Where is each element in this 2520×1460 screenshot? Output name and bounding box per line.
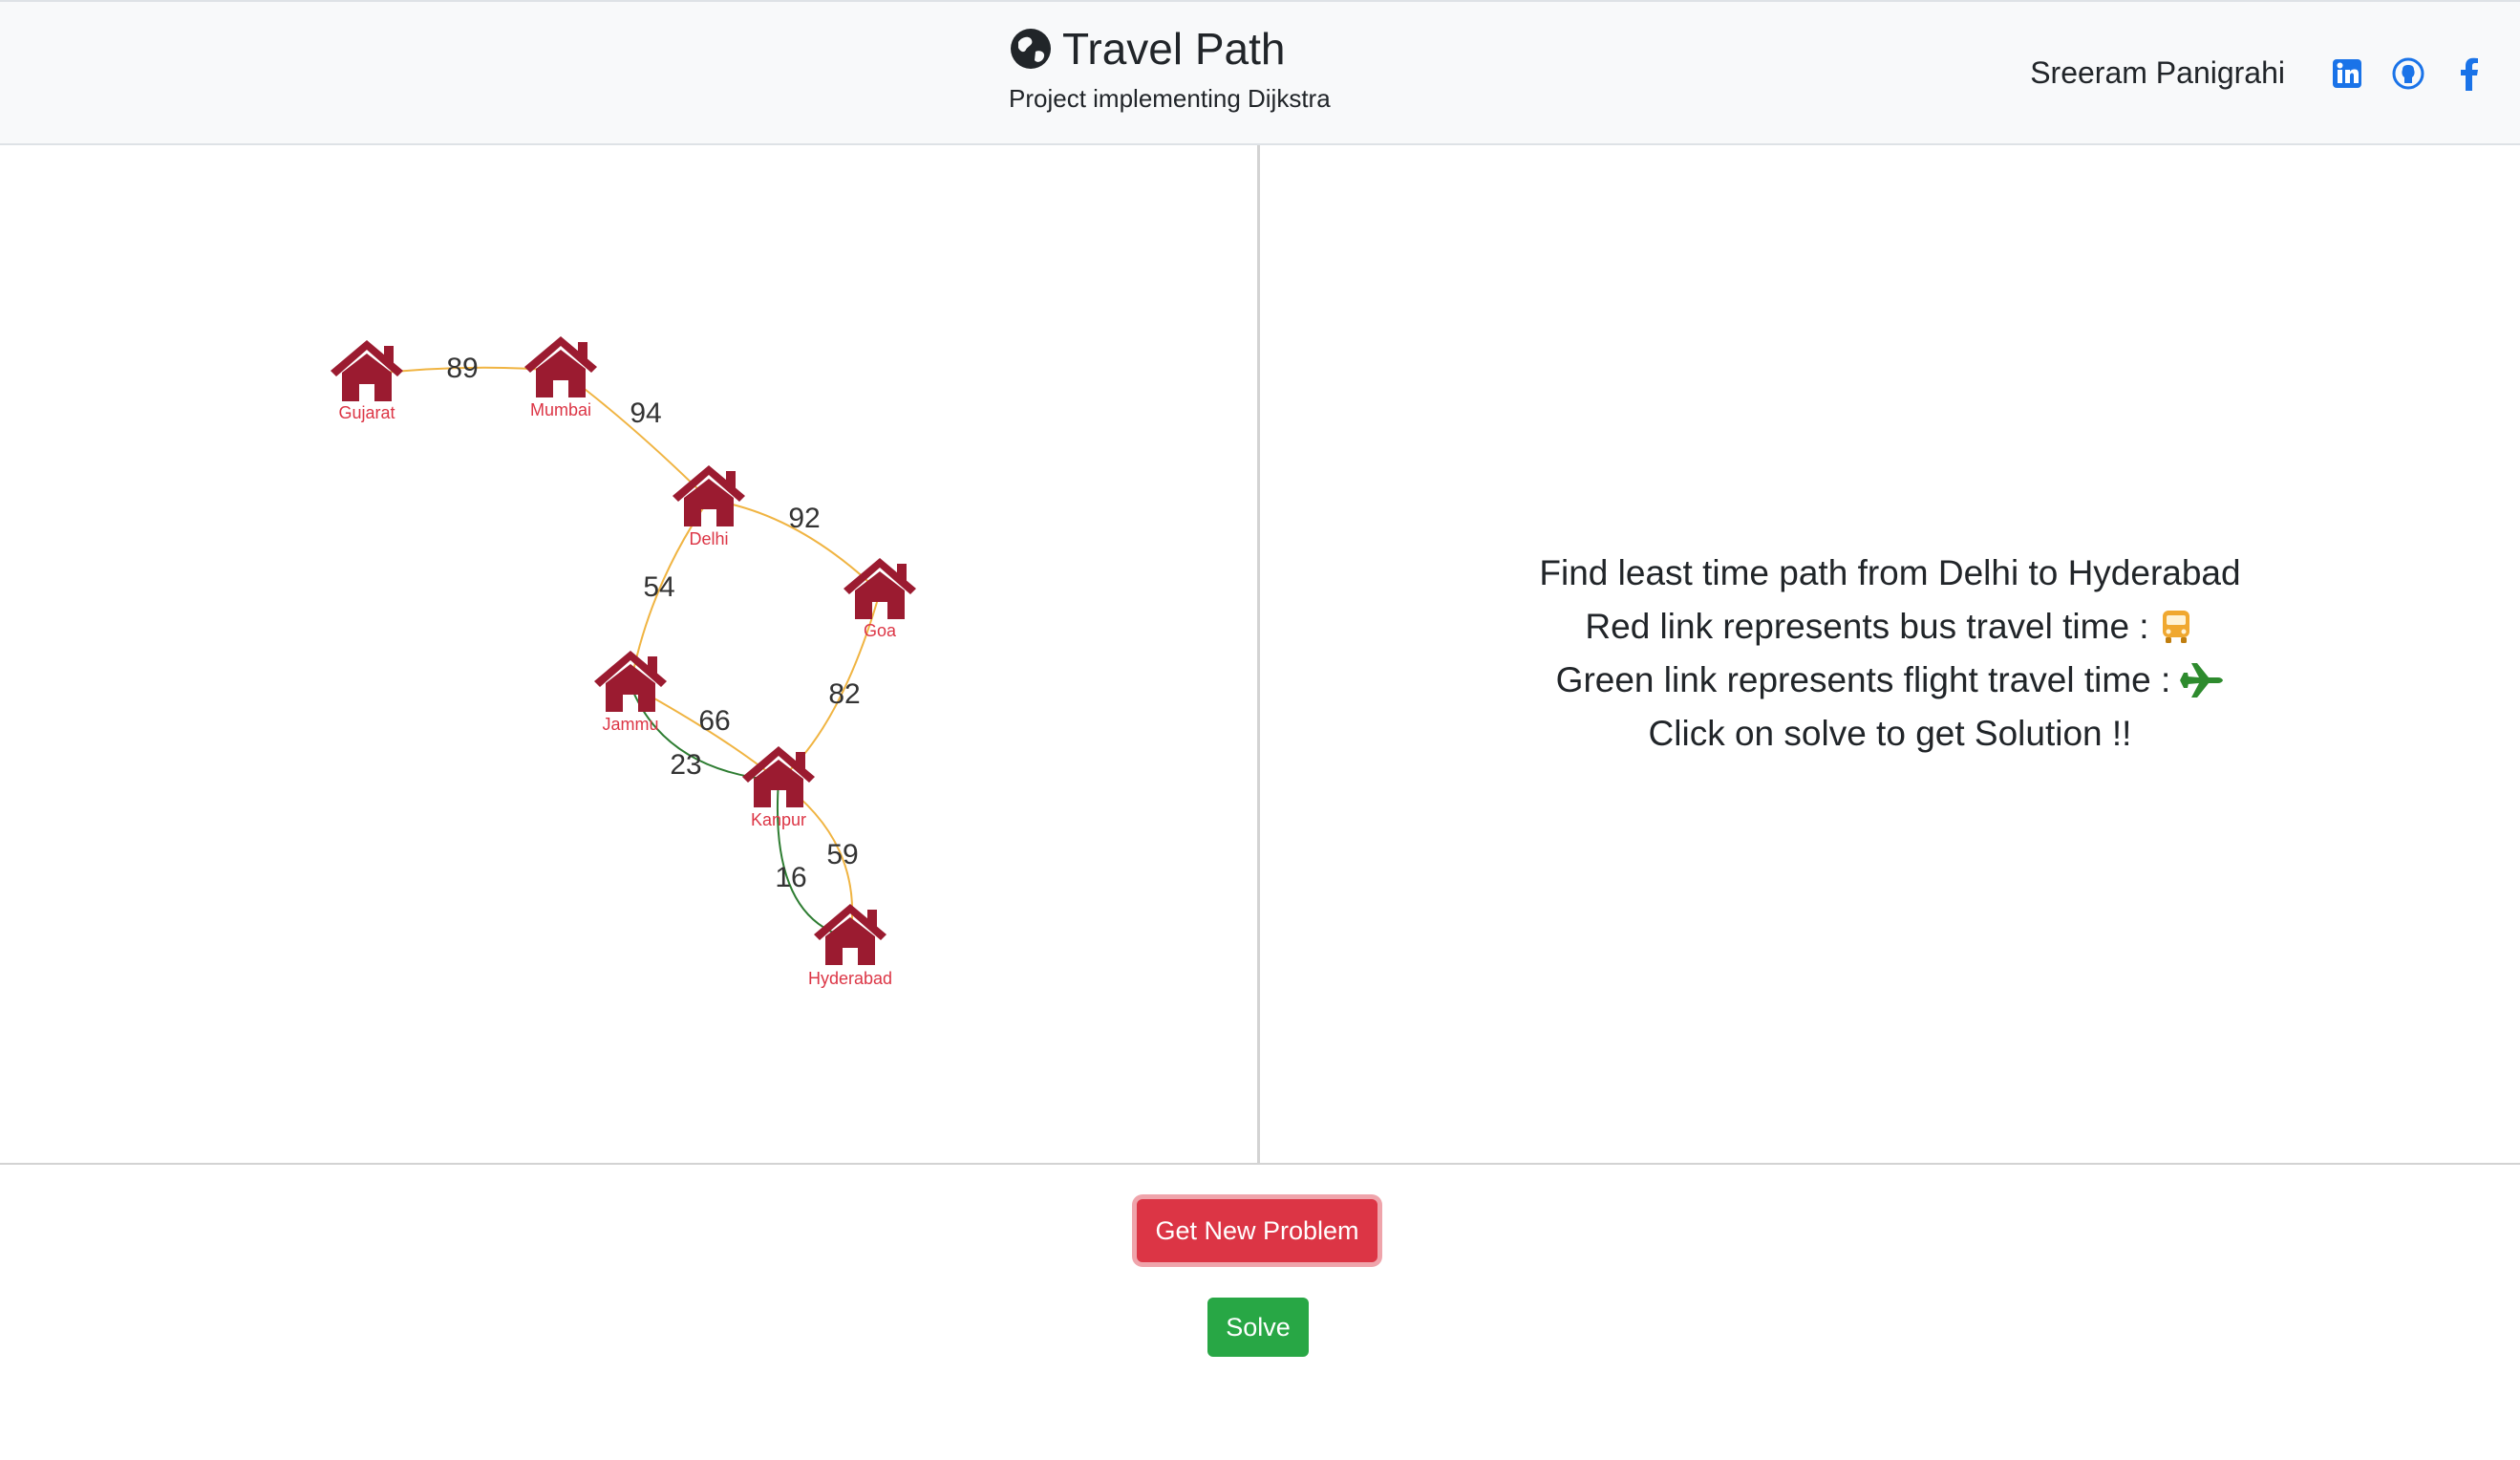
edge-weight-label: 92 <box>788 503 820 534</box>
node-label: Goa <box>864 621 897 640</box>
author-name: Sreeram Panigrahi <box>2030 55 2285 90</box>
node-label: Mumbai <box>530 400 591 419</box>
node-kanpur[interactable]: Kanpur <box>742 746 815 829</box>
facebook-icon[interactable] <box>2453 57 2486 91</box>
node-gujarat[interactable]: Gujarat <box>331 340 403 422</box>
app-title: Travel Path <box>1062 24 1286 74</box>
node-jammu[interactable]: Jammu <box>594 651 667 734</box>
node-label: Hyderabad <box>808 969 892 988</box>
instructions: Find least time path from Delhi to Hyder… <box>1260 547 2520 761</box>
globe-icon <box>1011 29 1051 69</box>
author-area: Sreeram Panigrahi <box>2030 55 2486 91</box>
github-icon[interactable] <box>2392 57 2424 90</box>
edge-weight-label: 23 <box>670 749 701 781</box>
bottom-divider <box>0 1163 2520 1165</box>
instruction-line-1: Find least time path from Delhi to Hyder… <box>1539 553 2241 592</box>
app-subtitle: Project implementing Dijkstra <box>1009 84 1331 113</box>
info-panel: Find least time path from Delhi to Hyder… <box>1260 145 2520 1164</box>
solve-button[interactable]: Solve <box>1207 1298 1309 1357</box>
house-icon <box>594 651 667 712</box>
edge-weight-label: 66 <box>698 705 730 737</box>
airplane-icon <box>2178 661 2224 699</box>
node-delhi[interactable]: Delhi <box>673 465 745 548</box>
instruction-line-4: Click on solve to get Solution !! <box>1648 714 2132 753</box>
node-mumbai[interactable]: Mumbai <box>524 336 597 419</box>
house-icon <box>844 558 916 619</box>
graph-canvas[interactable]: 89 94 92 54 82 66 23 59 16 Gujarat Mumbai Delhi Goa… <box>0 145 1257 1164</box>
edge-weight-label: 59 <box>826 839 858 870</box>
node-label: Delhi <box>689 529 728 548</box>
house-icon <box>524 336 597 397</box>
graph-panel: 89 94 92 54 82 66 23 59 16 Gujarat Mumbai Delhi Goa… <box>0 145 1257 1164</box>
house-icon <box>814 904 886 965</box>
navbar: Travel Path Project implementing Dijkstr… <box>0 0 2520 145</box>
edge-weight-label: 54 <box>643 571 674 603</box>
instruction-line-3: Green link represents flight travel time… <box>1260 654 2520 707</box>
bus-icon <box>2157 608 2195 646</box>
edge-weight-label: 16 <box>775 862 806 893</box>
instruction-line-2: Red link represents bus travel time : <box>1260 600 2520 654</box>
house-icon <box>331 340 403 401</box>
edge-weight-label: 94 <box>630 397 661 429</box>
get-new-problem-button[interactable]: Get New Problem <box>1137 1199 1377 1262</box>
edge-weight-label: 89 <box>446 353 478 384</box>
node-hyderabad[interactable]: Hyderabad <box>808 904 892 988</box>
node-label: Jammu <box>602 715 658 734</box>
node-label: Kanpur <box>751 810 806 829</box>
edge-weight-label: 82 <box>828 678 860 710</box>
node-label: Gujarat <box>338 403 395 422</box>
linkedin-icon[interactable] <box>2331 57 2363 90</box>
brand[interactable]: Travel Path <box>1009 23 1286 75</box>
